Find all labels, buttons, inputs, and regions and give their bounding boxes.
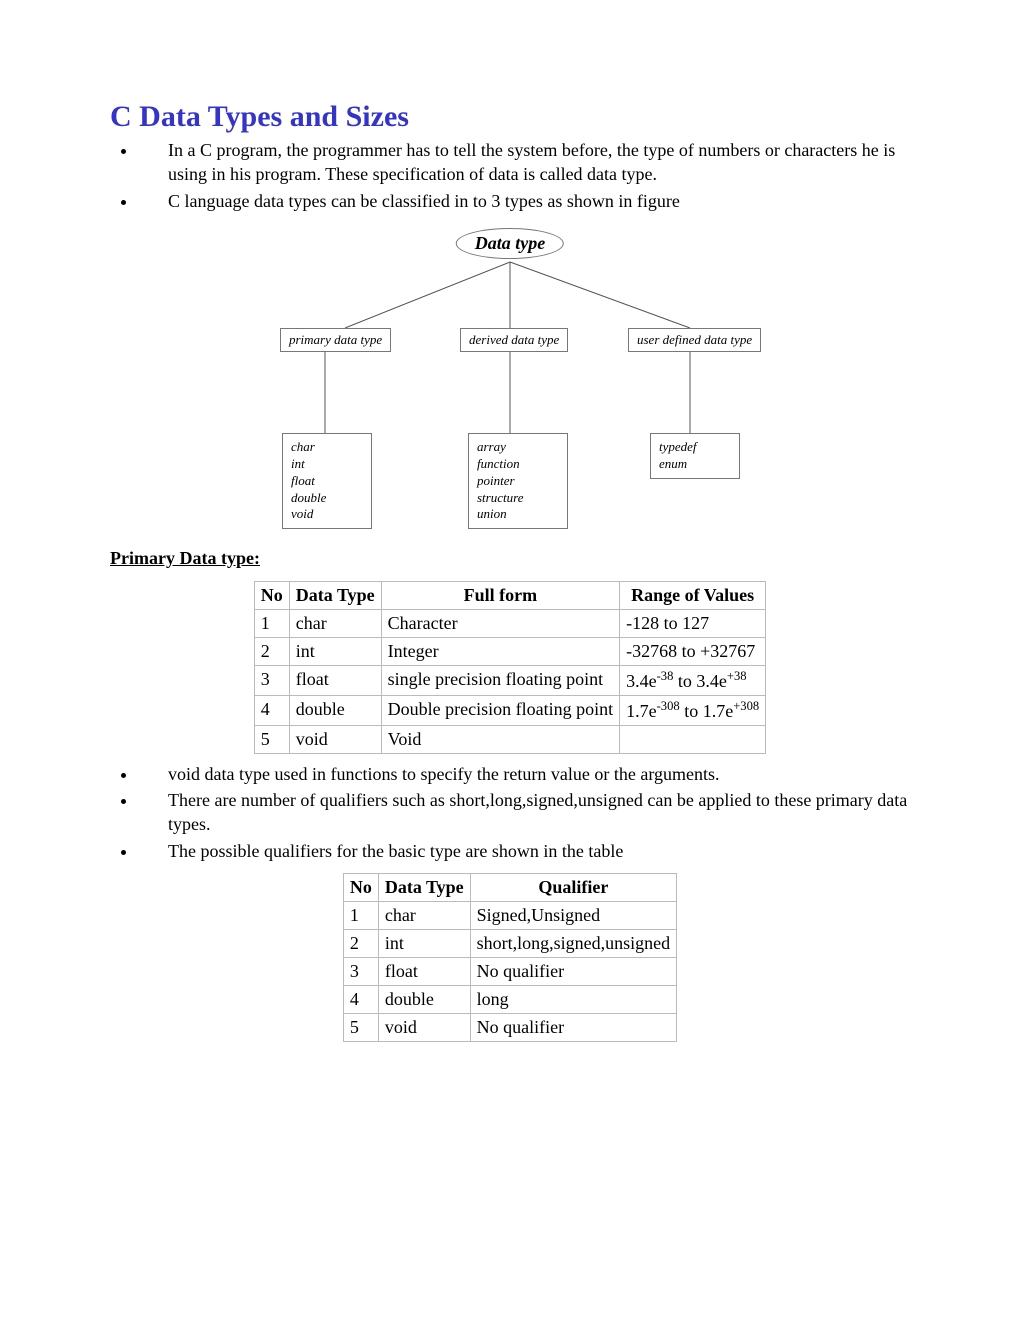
page-title: C Data Types and Sizes <box>110 100 910 134</box>
cell: char <box>378 902 470 930</box>
cell: 3.4e-38 to 3.4e+38 <box>620 665 766 695</box>
cell: 2 <box>343 930 378 958</box>
cell: single precision floating point <box>381 665 619 695</box>
cell: Double precision floating point <box>381 695 619 725</box>
col-type: Data Type <box>378 874 470 902</box>
table-row: 5 void Void <box>254 725 765 753</box>
cell: Void <box>381 725 619 753</box>
leaf-item: void <box>291 506 361 523</box>
table-header-row: No Data Type Full form Range of Values <box>254 581 765 609</box>
primary-type-table: No Data Type Full form Range of Values 1… <box>254 581 766 754</box>
cell: float <box>289 665 381 695</box>
cell: -128 to 127 <box>620 609 766 637</box>
table-row: 3 float No qualifier <box>343 958 676 986</box>
qualifier-table: No Data Type Qualifier 1 char Signed,Uns… <box>343 873 677 1042</box>
col-full: Full form <box>381 581 619 609</box>
diagram-mid-derived: derived data type <box>460 328 568 352</box>
cell: 5 <box>343 1014 378 1042</box>
table-header-row: No Data Type Qualifier <box>343 874 676 902</box>
diagram-leaf-primary: char int float double void <box>282 433 372 529</box>
leaf-item: array <box>477 439 557 456</box>
cell: 1 <box>343 902 378 930</box>
cell: 1 <box>254 609 289 637</box>
cell: float <box>378 958 470 986</box>
cell <box>620 725 766 753</box>
leaf-item: structure <box>477 490 557 507</box>
cell: int <box>289 637 381 665</box>
col-no: No <box>254 581 289 609</box>
cell: double <box>378 986 470 1014</box>
table-row: 3 float single precision floating point … <box>254 665 765 695</box>
leaf-item: char <box>291 439 361 456</box>
leaf-item: int <box>291 456 361 473</box>
col-type: Data Type <box>289 581 381 609</box>
col-qual: Qualifier <box>470 874 677 902</box>
cell: Signed,Unsigned <box>470 902 677 930</box>
cell: int <box>378 930 470 958</box>
cell: Character <box>381 609 619 637</box>
diagram-leaf-userdef: typedef enum <box>650 433 740 479</box>
cell: 3 <box>343 958 378 986</box>
cell: 4 <box>343 986 378 1014</box>
cell: 2 <box>254 637 289 665</box>
diagram-leaf-derived: array function pointer structure union <box>468 433 568 529</box>
table-row: 5 void No qualifier <box>343 1014 676 1042</box>
cell: double <box>289 695 381 725</box>
leaf-item: union <box>477 506 557 523</box>
table-row: 1 char Character -128 to 127 <box>254 609 765 637</box>
cell: 5 <box>254 725 289 753</box>
table-row: 2 int Integer -32768 to +32767 <box>254 637 765 665</box>
leaf-item: pointer <box>477 473 557 490</box>
leaf-item: enum <box>659 456 729 473</box>
intro-list: In a C program, the programmer has to te… <box>110 138 910 213</box>
col-range: Range of Values <box>620 581 766 609</box>
leaf-item: double <box>291 490 361 507</box>
cell: void <box>378 1014 470 1042</box>
cell: -32768 to +32767 <box>620 637 766 665</box>
list-item: There are number of qualifiers such as s… <box>138 788 910 837</box>
col-no: No <box>343 874 378 902</box>
cell: 3 <box>254 665 289 695</box>
cell: 4 <box>254 695 289 725</box>
cell: Integer <box>381 637 619 665</box>
leaf-item: function <box>477 456 557 473</box>
cell: No qualifier <box>470 958 677 986</box>
leaf-item: typedef <box>659 439 729 456</box>
data-type-diagram: Data type primary data type derived data… <box>230 228 790 528</box>
cell: short,long,signed,unsigned <box>470 930 677 958</box>
cell: 1.7e-308 to 1.7e+308 <box>620 695 766 725</box>
list-item: void data type used in functions to spec… <box>138 762 910 786</box>
cell: char <box>289 609 381 637</box>
table-row: 2 int short,long,signed,unsigned <box>343 930 676 958</box>
primary-type-heading: Primary Data type: <box>110 548 910 569</box>
table-row: 1 char Signed,Unsigned <box>343 902 676 930</box>
leaf-item: float <box>291 473 361 490</box>
diagram-mid-userdef: user defined data type <box>628 328 761 352</box>
cell: long <box>470 986 677 1014</box>
list-item: The possible qualifiers for the basic ty… <box>138 839 910 863</box>
diagram-mid-primary: primary data type <box>280 328 391 352</box>
list-item: In a C program, the programmer has to te… <box>138 138 910 187</box>
mid-list: void data type used in functions to spec… <box>110 762 910 863</box>
diagram-root: Data type <box>456 228 564 259</box>
table-row: 4 double Double precision floating point… <box>254 695 765 725</box>
list-item: C language data types can be classified … <box>138 189 910 213</box>
cell: void <box>289 725 381 753</box>
table-row: 4 double long <box>343 986 676 1014</box>
cell: No qualifier <box>470 1014 677 1042</box>
